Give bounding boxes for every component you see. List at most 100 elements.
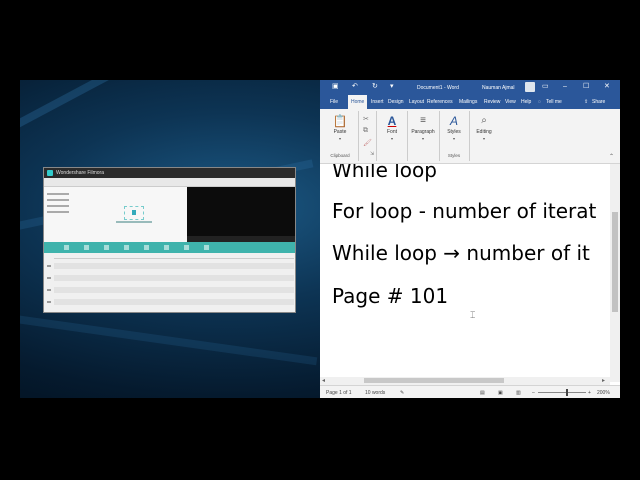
- tab-layout[interactable]: Layout: [409, 99, 424, 105]
- horizontal-scroll-thumb[interactable]: [364, 378, 504, 383]
- maximize-button[interactable]: ☐: [583, 83, 589, 91]
- paste-icon[interactable]: 📋: [332, 113, 348, 129]
- tab-insert[interactable]: Insert: [371, 99, 384, 105]
- tab-view[interactable]: View: [505, 99, 516, 105]
- cut-icon[interactable]: ✂: [363, 115, 369, 123]
- document-title: Document1 - Word: [417, 85, 459, 91]
- word-count[interactable]: 10 words: [365, 390, 385, 396]
- clipboard-launcher-icon[interactable]: ⇲: [370, 151, 374, 157]
- user-avatar[interactable]: [525, 82, 535, 92]
- redo-icon[interactable]: ↻: [372, 83, 378, 91]
- copy-icon[interactable]: ⧉: [363, 127, 368, 135]
- wallpaper-light-beam: [20, 80, 283, 148]
- word-titlebar[interactable]: ▣ ↶ ↻ ▾ Document1 - Word Nauman Ajmal ▭ …: [320, 80, 620, 95]
- status-bar: Page 1 of 1 10 words ✎ ▤ ▣ ▥ – + 200%: [320, 385, 620, 398]
- print-layout-icon[interactable]: ▣: [498, 390, 503, 396]
- timeline-ruler[interactable]: [54, 255, 294, 259]
- zoom-level[interactable]: 200%: [597, 390, 610, 396]
- zoom-in-icon[interactable]: +: [588, 390, 591, 396]
- collapse-ribbon-icon[interactable]: ⌃: [609, 153, 614, 160]
- save-icon[interactable]: ▣: [332, 83, 339, 91]
- paste-button[interactable]: Paste: [322, 129, 358, 135]
- tab-review[interactable]: Review: [484, 99, 500, 105]
- styles-button[interactable]: Styles: [439, 129, 469, 135]
- ribbon-tabs[interactable]: File Home Insert Design Layout Reference…: [320, 95, 620, 109]
- ribbon-home: 📋 Paste ▾ Clipboard ✂ ⧉ 🖌 ⇲ A Font ▾ ≡ P…: [320, 109, 620, 164]
- document-line[interactable]: For loop - number of iterat: [332, 199, 596, 223]
- timeline-track[interactable]: [54, 299, 294, 305]
- filmora-media-library[interactable]: [44, 187, 187, 242]
- import-media-hint: [116, 221, 152, 223]
- tab-home[interactable]: Home: [348, 95, 368, 109]
- lightbulb-icon: ◌: [538, 99, 541, 105]
- tab-file[interactable]: File: [330, 99, 338, 105]
- minimize-button[interactable]: –: [563, 83, 567, 91]
- word-window[interactable]: ▣ ↶ ↻ ▾ Document1 - Word Nauman Ajmal ▭ …: [320, 80, 620, 398]
- mouse-cursor-icon: ⌶: [470, 310, 476, 320]
- styles-group: A Styles ▾ Styles: [439, 111, 470, 161]
- filmora-logo-icon: [47, 170, 53, 176]
- font-button[interactable]: Font: [377, 129, 407, 135]
- format-painter-icon[interactable]: 🖌: [363, 139, 372, 147]
- styles-icon[interactable]: A: [446, 113, 462, 129]
- styles-dropdown-icon[interactable]: ▾: [439, 136, 469, 141]
- filmora-window[interactable]: Wondershare Filmora: [43, 167, 296, 313]
- tab-design[interactable]: Design: [388, 99, 404, 105]
- font-dropdown-icon[interactable]: ▾: [377, 136, 407, 141]
- ribbon-display-icon[interactable]: ▭: [542, 83, 549, 91]
- paragraph-button[interactable]: Paragraph: [407, 129, 439, 135]
- vertical-scrollbar[interactable]: [610, 164, 620, 382]
- undo-icon[interactable]: ↶: [352, 83, 358, 91]
- tab-references[interactable]: References: [427, 99, 453, 105]
- document-page[interactable]: While loop For loop - number of iterat W…: [320, 164, 610, 382]
- font-icon[interactable]: A: [384, 113, 400, 129]
- tab-help[interactable]: Help: [521, 99, 531, 105]
- filmora-media-folders[interactable]: [47, 193, 69, 223]
- paragraph-group: ≡ Paragraph ▾: [407, 111, 440, 161]
- clipboard-group: 📋 Paste ▾ Clipboard: [322, 111, 359, 161]
- clipboard-group-label: Clipboard: [330, 153, 350, 158]
- document-line[interactable]: While loop: [332, 164, 437, 182]
- horizontal-scrollbar[interactable]: ◂ ▸: [320, 377, 610, 385]
- import-media-icon[interactable]: [124, 206, 144, 220]
- filmora-edit-toolbar[interactable]: [44, 242, 295, 253]
- document-line[interactable]: Page # 101: [332, 284, 448, 308]
- share-icon[interactable]: ⇪: [584, 99, 588, 105]
- page-count[interactable]: Page 1 of 1: [326, 390, 352, 396]
- editing-dropdown-icon[interactable]: ▾: [469, 136, 499, 141]
- proofing-icon[interactable]: ✎: [400, 390, 404, 396]
- user-name[interactable]: Nauman Ajmal: [482, 85, 515, 91]
- scroll-left-icon[interactable]: ◂: [322, 377, 325, 384]
- filmora-toolbar[interactable]: [44, 178, 295, 191]
- paragraph-icon[interactable]: ≡: [415, 113, 431, 129]
- editing-group: ⌕ Editing ▾: [469, 111, 499, 161]
- filmora-titlebar[interactable]: Wondershare Filmora: [44, 168, 295, 178]
- zoom-slider-thumb[interactable]: [566, 389, 568, 396]
- customize-qat-icon[interactable]: ▾: [390, 83, 394, 91]
- zoom-slider[interactable]: [538, 392, 586, 393]
- tab-mailings[interactable]: Mailings: [459, 99, 477, 105]
- paragraph-dropdown-icon[interactable]: ▾: [407, 136, 439, 141]
- read-mode-icon[interactable]: ▤: [480, 390, 485, 396]
- wallpaper-light-beam: [20, 310, 318, 366]
- editing-button[interactable]: Editing: [469, 129, 499, 135]
- share-button[interactable]: Share: [592, 99, 605, 105]
- timeline-track[interactable]: [54, 263, 294, 269]
- web-layout-icon[interactable]: ▥: [516, 390, 521, 396]
- filmora-preview-player[interactable]: [187, 187, 295, 242]
- timeline-track[interactable]: [54, 287, 294, 293]
- document-line[interactable]: While loop → number of it: [332, 241, 590, 265]
- filmora-timeline[interactable]: [44, 253, 295, 312]
- vertical-scroll-thumb[interactable]: [612, 212, 618, 312]
- clipboard-small-tools: ✂ ⧉ 🖌 ⇲: [358, 111, 377, 161]
- tell-me-search[interactable]: Tell me: [546, 99, 562, 105]
- find-icon[interactable]: ⌕: [476, 113, 492, 129]
- timeline-track[interactable]: [54, 275, 294, 281]
- font-group: A Font ▾: [377, 111, 408, 161]
- paste-dropdown-icon[interactable]: ▾: [322, 136, 358, 141]
- close-button[interactable]: ✕: [604, 83, 610, 91]
- scroll-right-icon[interactable]: ▸: [602, 377, 605, 384]
- zoom-out-icon[interactable]: –: [532, 390, 535, 396]
- filmora-title: Wondershare Filmora: [56, 170, 104, 176]
- styles-group-label: Styles: [447, 153, 461, 158]
